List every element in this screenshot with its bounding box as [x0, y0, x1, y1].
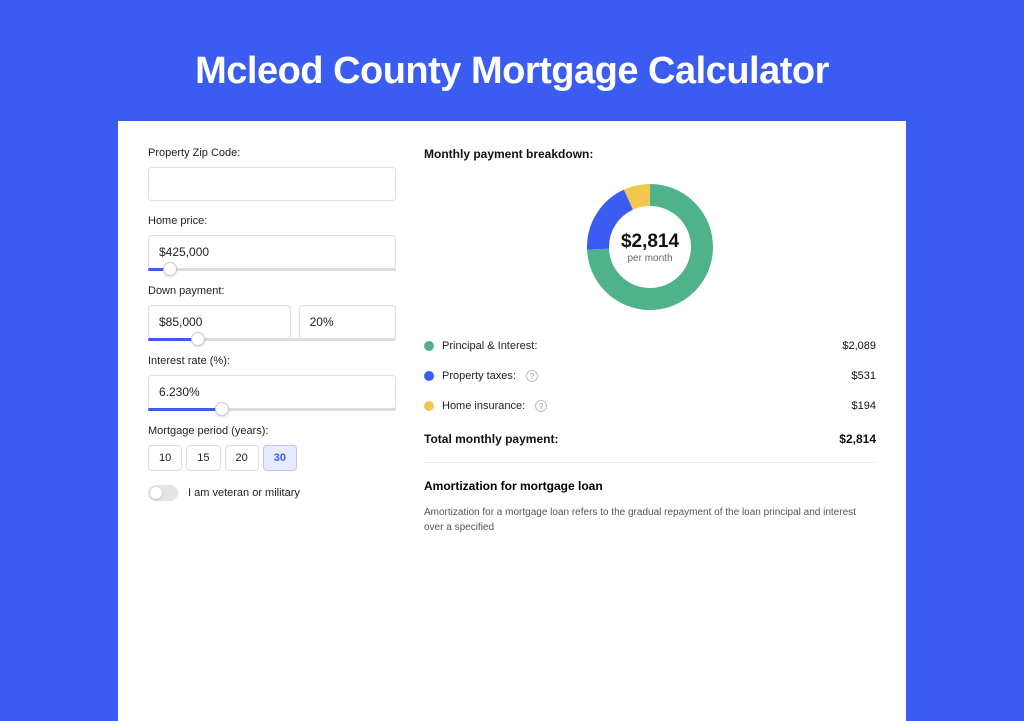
home-price-label: Home price: [148, 215, 396, 227]
down-payment-input[interactable] [148, 305, 291, 339]
donut-amount: $2,814 [621, 231, 679, 253]
period-option-30[interactable]: 30 [263, 445, 297, 471]
period-option-20[interactable]: 20 [225, 445, 259, 471]
legend-principal: Principal & Interest: $2,089 [424, 331, 876, 361]
veteran-label: I am veteran or military [188, 487, 300, 499]
period-option-10[interactable]: 10 [148, 445, 182, 471]
veteran-toggle[interactable] [148, 485, 178, 501]
slider-thumb-icon[interactable] [191, 332, 205, 346]
dot-icon [424, 371, 434, 381]
breakdown-title: Monthly payment breakdown: [424, 147, 876, 161]
interest-rate-label: Interest rate (%): [148, 355, 396, 367]
legend-label: Home insurance: [442, 400, 525, 412]
total-value: $2,814 [839, 432, 876, 446]
slider-thumb-icon[interactable] [163, 262, 177, 276]
amortization-section: Amortization for mortgage loan Amortizat… [424, 462, 876, 535]
period-label: Mortgage period (years): [148, 425, 396, 437]
dot-icon [424, 401, 434, 411]
period-segmented: 10 15 20 30 [148, 445, 396, 471]
page-title: Mcleod County Mortgage Calculator [0, 50, 1024, 93]
legend-value: $2,089 [842, 340, 876, 352]
info-icon[interactable]: ? [526, 370, 538, 382]
breakdown-panel: Monthly payment breakdown: $2,814 per mo… [424, 147, 876, 721]
home-price-slider[interactable] [148, 268, 396, 271]
period-option-15[interactable]: 15 [186, 445, 220, 471]
slider-thumb-icon[interactable] [215, 402, 229, 416]
zip-input[interactable] [148, 167, 396, 201]
donut-subtext: per month [627, 253, 672, 264]
legend-value: $531 [852, 370, 876, 382]
donut-chart: $2,814 per month [584, 181, 716, 313]
zip-label: Property Zip Code: [148, 147, 396, 159]
legend-taxes: Property taxes: ? $531 [424, 361, 876, 391]
form-panel: Property Zip Code: Home price: Down paym… [148, 147, 396, 721]
dot-icon [424, 341, 434, 351]
legend-insurance: Home insurance: ? $194 [424, 391, 876, 421]
amortization-title: Amortization for mortgage loan [424, 479, 876, 493]
amortization-text: Amortization for a mortgage loan refers … [424, 505, 876, 535]
legend-label: Principal & Interest: [442, 340, 537, 352]
info-icon[interactable]: ? [535, 400, 547, 412]
calculator-card: Property Zip Code: Home price: Down paym… [118, 121, 906, 721]
interest-rate-input[interactable] [148, 375, 396, 409]
interest-rate-slider[interactable] [148, 408, 396, 411]
legend-value: $194 [852, 400, 876, 412]
down-payment-pct-input[interactable] [299, 305, 396, 339]
legend-label: Property taxes: [442, 370, 516, 382]
down-payment-slider[interactable] [148, 338, 396, 341]
home-price-input[interactable] [148, 235, 396, 269]
down-payment-label: Down payment: [148, 285, 396, 297]
total-label: Total monthly payment: [424, 432, 558, 446]
